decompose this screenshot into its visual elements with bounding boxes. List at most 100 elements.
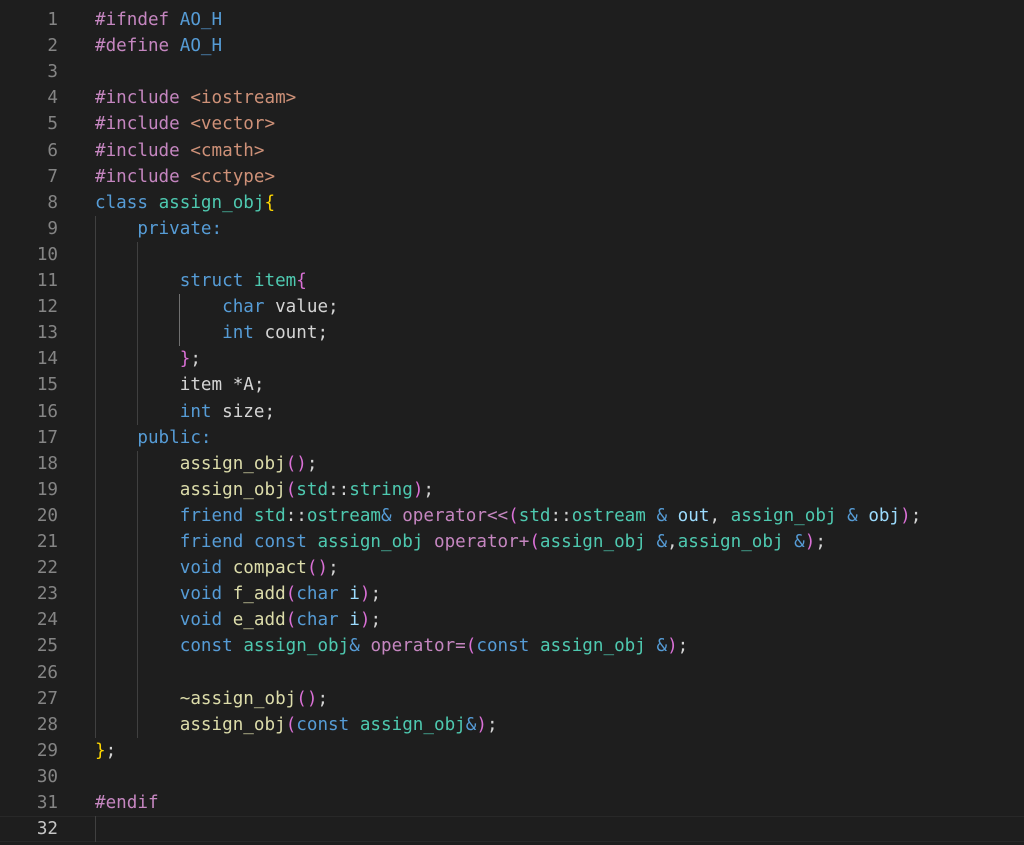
code-token: ; [815, 532, 826, 552]
code-token: public: [137, 427, 212, 448]
code-line[interactable]: 2 #define AO_H [0, 33, 1024, 59]
code-token: std [518, 505, 551, 526]
code-token: int [222, 323, 265, 344]
line-number: 12 [36, 297, 58, 318]
code-line[interactable]: 20 friend std::ostream& operator<<(std::… [0, 503, 1024, 529]
code-token: compact [232, 558, 307, 579]
code-text: assign_obj(std::string); [95, 477, 434, 503]
code-line[interactable]: 8 class assign_obj{ [0, 190, 1024, 216]
code-token: , [667, 532, 678, 552]
code-line[interactable]: 10 [0, 242, 1024, 268]
line-number: 8 [47, 192, 58, 213]
code-token: count; [264, 323, 329, 344]
code-token: char [296, 584, 350, 605]
line-number: 23 [36, 584, 58, 605]
code-line[interactable]: 31 #endif [0, 790, 1024, 816]
code-text: ~assign_obj(); [95, 686, 328, 712]
code-token: std [296, 479, 329, 500]
code-line[interactable]: 9 private: [0, 216, 1024, 242]
code-line[interactable]: 29}; [0, 738, 1024, 764]
code-line[interactable]: 22 void compact(); [0, 555, 1024, 581]
code-text: const assign_obj& operator=(const assign… [95, 633, 689, 659]
code-line[interactable]: 26 [0, 660, 1024, 686]
code-line[interactable]: 24 void e_add(char i); [0, 607, 1024, 633]
code-token: assign_obj [539, 532, 657, 552]
code-line[interactable]: 15 item *A; [0, 372, 1024, 398]
code-token: ( [508, 505, 519, 526]
code-token: void [179, 584, 233, 605]
code-line[interactable]: 6 #include <cmath> [0, 138, 1024, 164]
indent-guide [179, 294, 181, 347]
code-line[interactable]: 17 public: [0, 425, 1024, 451]
code-token: :: [285, 505, 307, 526]
code-token: & [381, 505, 403, 526]
code-token: friend const [179, 532, 318, 552]
code-token: , [709, 505, 731, 526]
line-number: 18 [36, 453, 58, 474]
code-token: AO_H [179, 10, 223, 30]
code-line[interactable]: 30 [0, 764, 1024, 790]
code-token: & [349, 636, 371, 657]
code-text: #define AO_H [95, 33, 222, 59]
code-token: friend [179, 505, 254, 526]
code-token: class [95, 192, 159, 213]
line-number: 15 [36, 375, 58, 396]
line-number: 16 [36, 401, 58, 422]
code-line[interactable]: 27 ~assign_obj(); [0, 686, 1024, 712]
code-token: obj [868, 505, 901, 526]
code-token: ( [285, 479, 297, 500]
line-number: 13 [36, 323, 58, 344]
code-token: ; [190, 349, 201, 370]
line-number: 14 [36, 349, 58, 370]
code-line[interactable]: 32 [0, 816, 1024, 843]
code-line[interactable]: 13 int count; [0, 320, 1024, 346]
line-number: 1 [47, 10, 58, 30]
code-token: operator+ [433, 532, 530, 552]
code-text: class assign_obj{ [95, 190, 275, 216]
code-editor[interactable]: 1 #ifndef AO_H 2 #define AO_H 3 4 #include <io… [0, 0, 1024, 845]
indent-guide [137, 241, 139, 425]
code-line[interactable]: 12 char value; [0, 294, 1024, 320]
code-line[interactable]: 21 friend const assign_obj operator+(ass… [0, 529, 1024, 555]
line-number: 21 [36, 532, 58, 552]
code-line[interactable]: 19 assign_obj(std::string); [0, 477, 1024, 503]
line-number: 28 [36, 714, 58, 735]
code-token: assign_obj [539, 636, 657, 657]
indent-guide [95, 816, 96, 843]
code-token: ~assign_obj [179, 688, 297, 709]
code-line[interactable]: 5 #include <vector> [0, 111, 1024, 137]
code-token: const [476, 636, 540, 657]
code-text: private: [95, 216, 222, 242]
code-token: struct [179, 271, 254, 291]
code-text: assign_obj(); [95, 451, 318, 477]
code-line[interactable]: 11 struct item{ [0, 268, 1024, 294]
code-token: value; [275, 297, 339, 318]
code-text: char value; [95, 294, 339, 320]
code-line[interactable]: 7 #include <cctype> [0, 164, 1024, 190]
code-token: ( [529, 532, 540, 552]
code-line[interactable]: 3 [0, 59, 1024, 85]
code-line[interactable]: 25 const assign_obj& operator=(const ass… [0, 633, 1024, 659]
code-line[interactable]: 4 #include <iostream> [0, 85, 1024, 111]
code-line[interactable]: 16 int size; [0, 399, 1024, 425]
code-text: int size; [95, 399, 275, 425]
code-line[interactable]: 1 #ifndef AO_H [0, 7, 1024, 33]
code-text: #ifndef AO_H [95, 7, 222, 33]
code-text: assign_obj(const assign_obj&); [95, 712, 498, 738]
code-token: string [349, 479, 413, 500]
indent-guide [95, 215, 96, 738]
code-token: operator= [370, 636, 466, 657]
code-token: & [794, 532, 805, 552]
code-line[interactable]: 18 assign_obj(); [0, 451, 1024, 477]
code-token: i [349, 610, 360, 631]
line-number: 17 [36, 427, 58, 448]
code-line[interactable]: 14 }; [0, 346, 1024, 372]
code-token: ; [328, 558, 339, 579]
code-text: #include <iostream> [95, 85, 296, 111]
code-line[interactable]: 23 void f_add(char i); [0, 581, 1024, 607]
code-token: char [222, 297, 276, 318]
line-number: 24 [36, 610, 58, 631]
line-number: 25 [36, 636, 58, 657]
code-line[interactable]: 28 assign_obj(const assign_obj&); [0, 712, 1024, 738]
